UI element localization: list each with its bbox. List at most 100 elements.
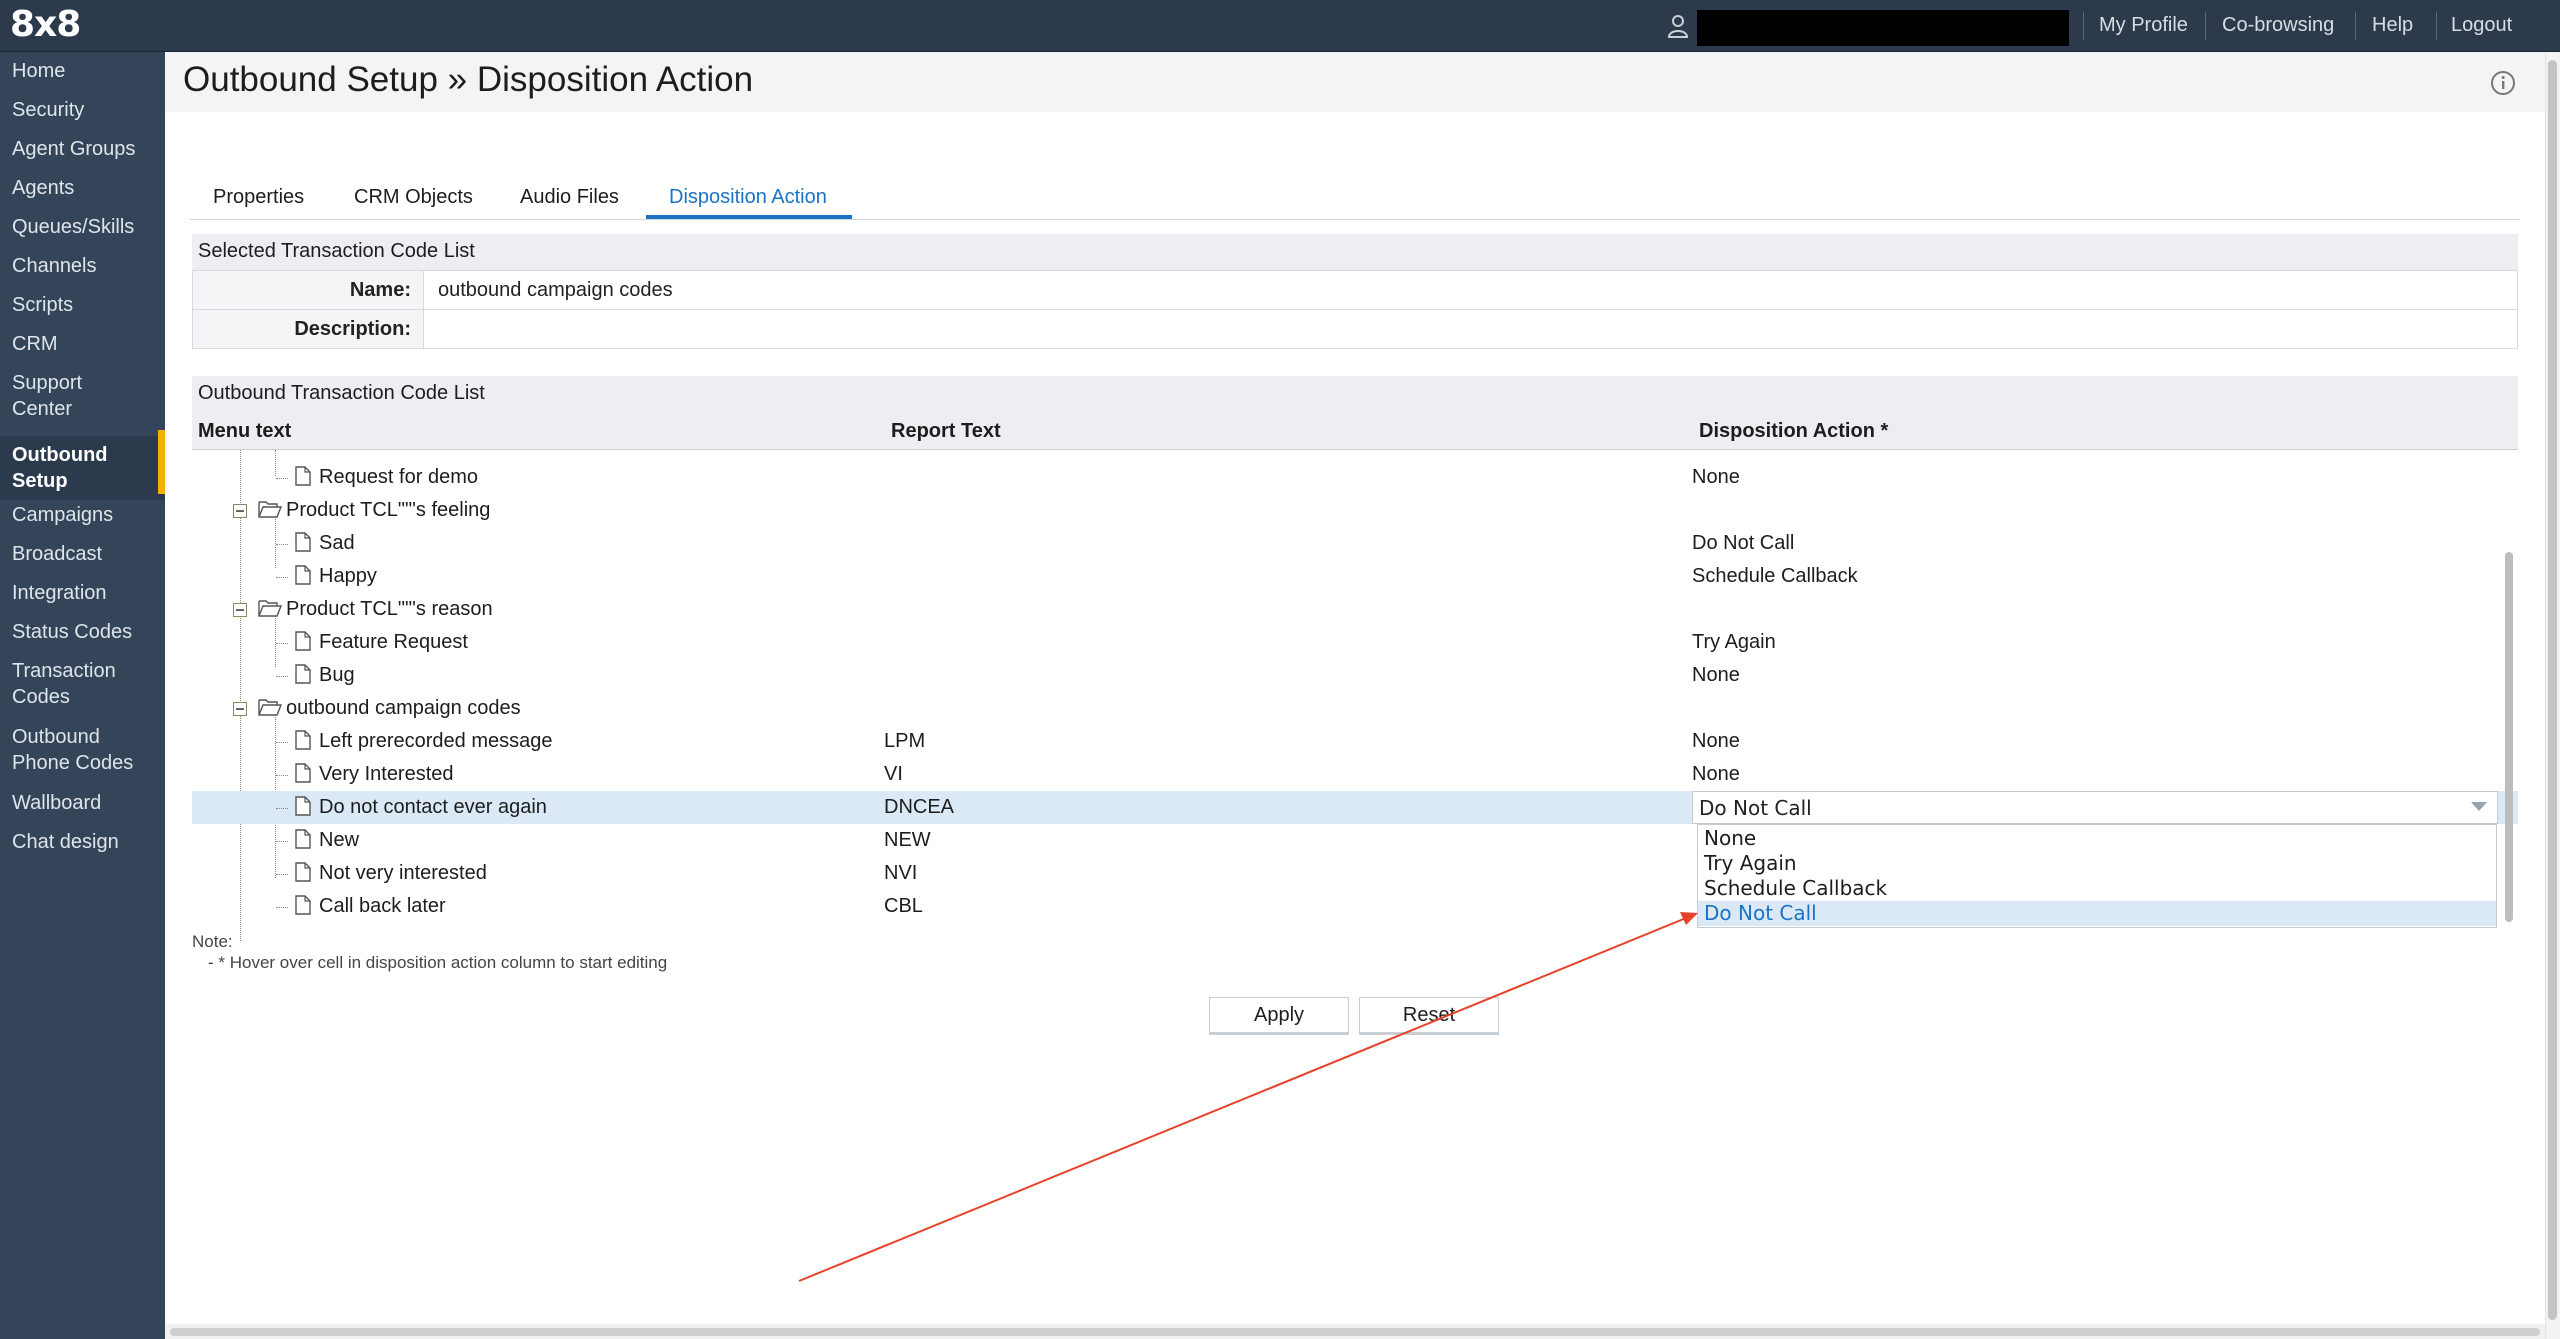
my-profile-link[interactable]: My Profile	[2099, 14, 2188, 37]
note-label: Note:	[192, 932, 233, 951]
tab-audio-files[interactable]: Audio Files	[520, 186, 619, 209]
sidebar-item-support-center[interactable]: Support Center	[0, 370, 165, 422]
name-label: Name:	[193, 271, 424, 309]
disposition-action-cell[interactable]: Do Not Call	[1692, 532, 1794, 555]
table-row[interactable]: Left prerecorded message LPM None	[192, 725, 2518, 758]
collapse-icon[interactable]	[233, 702, 247, 716]
sidebar-item-agent-groups[interactable]: Agent Groups	[0, 136, 165, 162]
disposition-action-cell[interactable]: Schedule Callback	[1692, 565, 1858, 588]
column-disposition-action[interactable]: Disposition Action *	[1699, 420, 1888, 443]
disposition-action-cell[interactable]: None	[1692, 763, 1740, 786]
table-row[interactable]: Bug None	[192, 659, 2518, 692]
divider	[2355, 12, 2356, 40]
chevron-down-icon[interactable]	[2471, 802, 2487, 811]
selected-list-heading: Selected Transaction Code List	[192, 234, 2518, 270]
file-icon	[295, 631, 311, 651]
grid-scrollbar-thumb[interactable]	[2505, 552, 2513, 922]
note-text: - * Hover over cell in disposition actio…	[208, 953, 668, 972]
option-do-not-call[interactable]: Do Not Call	[1698, 901, 2496, 926]
sidebar-item-wallboard[interactable]: Wallboard	[0, 790, 165, 816]
table-row[interactable]: outbound campaign codes	[192, 692, 2518, 725]
collapse-icon[interactable]	[233, 603, 247, 617]
file-icon	[295, 829, 311, 849]
menu-text-cell: Bug	[319, 664, 355, 686]
report-text-cell: VI	[884, 763, 903, 785]
logout-link[interactable]: Logout	[2451, 14, 2512, 37]
disposition-action-select[interactable]: Do Not Call	[1692, 791, 2498, 824]
tree-line	[276, 478, 288, 479]
help-link[interactable]: Help	[2372, 14, 2413, 37]
menu-text-cell: Feature Request	[319, 631, 468, 653]
table-row[interactable]: Product TCL""'s reason	[192, 593, 2518, 626]
sidebar-item-campaigns[interactable]: Campaigns	[0, 502, 165, 528]
divider	[2083, 12, 2084, 40]
tree-line	[276, 742, 288, 743]
description-row: Description:	[192, 309, 2518, 349]
menu-text-cell: Happy	[319, 565, 377, 587]
tree-line	[276, 841, 288, 842]
option-none[interactable]: None	[1698, 826, 2496, 851]
info-icon[interactable]	[2490, 70, 2516, 96]
menu-text-cell: Call back later	[319, 895, 446, 917]
menu-text-cell: Do not contact ever again	[319, 796, 547, 818]
co-browsing-link[interactable]: Co-browsing	[2222, 14, 2334, 37]
tree-line	[276, 907, 288, 908]
tree-line	[276, 676, 288, 677]
sidebar-item-security[interactable]: Security	[0, 97, 165, 123]
tab-crm-objects[interactable]: CRM Objects	[354, 186, 473, 209]
sidebar: Home Security Agent Groups Agents Queues…	[0, 52, 165, 1339]
menu-text-cell: Sad	[319, 532, 355, 554]
collapse-icon[interactable]	[233, 504, 247, 518]
top-bar: 8x8 My Profile Co-browsing Help Logout	[0, 0, 2560, 52]
report-text-cell: CBL	[884, 895, 923, 917]
table-row[interactable]: Product TCL""'s feeling	[192, 494, 2518, 527]
sidebar-item-transaction-codes[interactable]: Transaction Codes	[0, 658, 165, 710]
disposition-action-cell[interactable]: None	[1692, 730, 1740, 753]
active-tab-indicator	[646, 215, 852, 219]
sidebar-item-broadcast[interactable]: Broadcast	[0, 541, 165, 567]
menu-text-cell: Not very interested	[319, 862, 487, 884]
sidebar-item-channels[interactable]: Channels	[0, 253, 165, 279]
tree-line	[276, 643, 288, 644]
sidebar-item-status-codes[interactable]: Status Codes	[0, 619, 165, 645]
option-try-again[interactable]: Try Again	[1698, 851, 2496, 876]
brand-logo[interactable]: 8x8	[10, 4, 81, 45]
page-horizontal-scrollbar-thumb[interactable]	[170, 1328, 2540, 1336]
grid-heading: Outbound Transaction Code List	[192, 376, 2518, 414]
file-icon	[295, 763, 311, 783]
sidebar-item-home[interactable]: Home	[0, 58, 165, 84]
column-menu-text[interactable]: Menu text	[198, 420, 291, 443]
sidebar-item-queues-skills[interactable]: Queues/Skills	[0, 214, 165, 240]
report-text-cell: LPM	[884, 730, 926, 752]
sidebar-item-agents[interactable]: Agents	[0, 175, 165, 201]
sidebar-item-integration[interactable]: Integration	[0, 580, 165, 606]
tab-disposition-action[interactable]: Disposition Action	[669, 186, 827, 209]
option-schedule-callback[interactable]: Schedule Callback	[1698, 876, 2496, 901]
grid-header: Menu text Report Text Disposition Action…	[192, 414, 2518, 450]
sidebar-item-outbound-setup[interactable]: Outbound Setup	[0, 436, 165, 500]
sidebar-item-outbound-phone-codes[interactable]: Outbound Phone Codes	[0, 724, 165, 776]
file-icon	[295, 466, 311, 486]
table-row[interactable]: Very Interested VI None	[192, 758, 2518, 791]
disposition-action-cell[interactable]: Try Again	[1692, 631, 1776, 654]
table-row[interactable]: Sad Do Not Call	[192, 527, 2518, 560]
disposition-action-cell[interactable]: None	[1692, 664, 1740, 687]
reset-button[interactable]: Reset	[1359, 997, 1499, 1033]
table-row[interactable]: Request for demo None	[192, 461, 2518, 494]
report-text-cell: NEW	[884, 829, 931, 851]
page-vertical-scrollbar-thumb[interactable]	[2548, 60, 2557, 1320]
name-value: outbound campaign codes	[438, 279, 673, 301]
table-row[interactable]: Happy Schedule Callback	[192, 560, 2518, 593]
menu-text-cell: Left prerecorded message	[319, 730, 553, 752]
tab-properties[interactable]: Properties	[213, 186, 304, 209]
redacted-username	[1697, 10, 2069, 46]
column-report-text[interactable]: Report Text	[891, 420, 1001, 443]
apply-button[interactable]: Apply	[1209, 997, 1349, 1033]
sidebar-item-crm[interactable]: CRM	[0, 331, 165, 357]
menu-text-cell: Very Interested	[319, 763, 454, 785]
disposition-action-cell[interactable]: None	[1692, 466, 1740, 489]
tree-line	[276, 874, 288, 875]
sidebar-item-chat-design[interactable]: Chat design	[0, 829, 165, 855]
sidebar-item-scripts[interactable]: Scripts	[0, 292, 165, 318]
table-row[interactable]: Feature Request Try Again	[192, 626, 2518, 659]
